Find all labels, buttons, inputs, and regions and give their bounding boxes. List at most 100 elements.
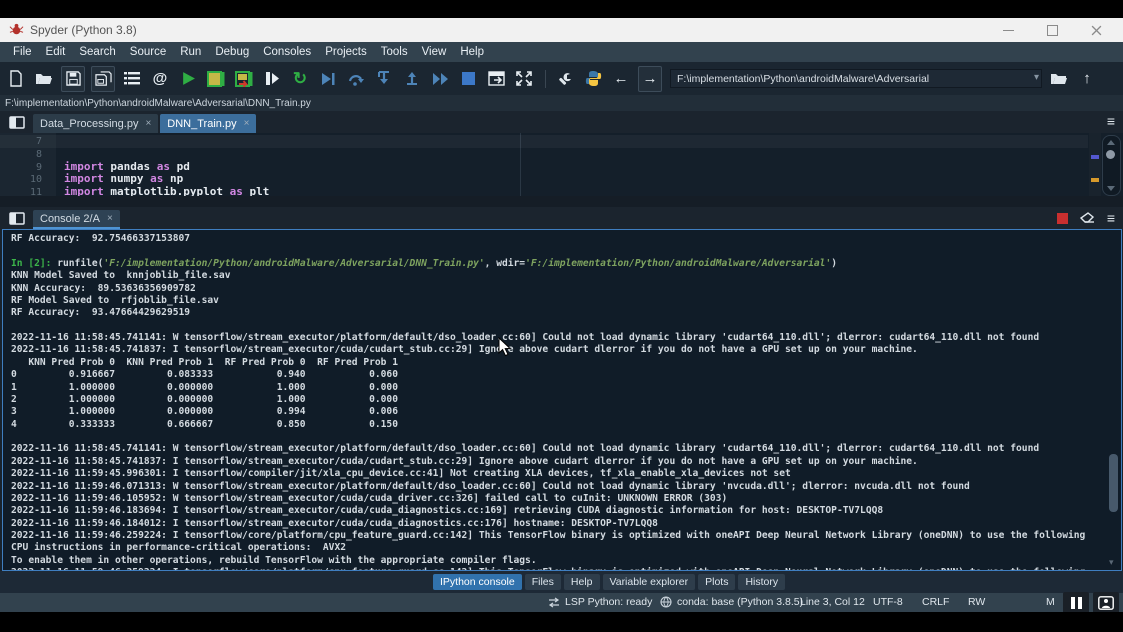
- encoding-status: UTF-8: [873, 596, 903, 608]
- menu-edit[interactable]: Edit: [39, 46, 73, 58]
- forward-icon[interactable]: →: [638, 66, 662, 92]
- step-over-icon[interactable]: [345, 67, 367, 91]
- menu-view[interactable]: View: [415, 46, 454, 58]
- video-frame: Spyder (Python 3.8) FileEditSearchSource…: [0, 0, 1123, 632]
- editor-flag-column: [1089, 133, 1101, 196]
- run-selection-icon[interactable]: [261, 67, 283, 91]
- run-file-icon[interactable]: [177, 67, 199, 91]
- menu-help[interactable]: Help: [453, 46, 491, 58]
- menu-file[interactable]: File: [6, 46, 39, 58]
- editor-scrollbar[interactable]: [1102, 135, 1121, 196]
- back-icon[interactable]: ←: [610, 67, 632, 91]
- pythonpath-manager-icon[interactable]: [582, 67, 604, 91]
- outline-explorer-icon[interactable]: [121, 67, 143, 91]
- menu-debug[interactable]: Debug: [208, 46, 256, 58]
- editor-scroll-thumb[interactable]: [1106, 150, 1115, 159]
- new-file-icon[interactable]: [5, 67, 27, 91]
- run-cell-advance-icon[interactable]: [233, 67, 255, 91]
- scroll-down-icon[interactable]: [1107, 186, 1115, 191]
- editor-options-menu-icon[interactable]: ≡: [1107, 114, 1115, 128]
- console-line: 2022-11-16 11:59:46.105952: W tensorflow…: [11, 493, 1085, 505]
- step-into-icon[interactable]: [373, 67, 395, 91]
- stop-icon[interactable]: [457, 67, 479, 91]
- dropdown-caret-icon[interactable]: ▾: [1034, 72, 1039, 83]
- code-editor[interactable]: 789import pandas as pd10import numpy as …: [0, 133, 1123, 196]
- lsp-status: LSP Python: ready: [548, 596, 652, 608]
- console-line: CPU instructions in performance-critical…: [11, 542, 1085, 554]
- editor-tab-dnn_train.py[interactable]: DNN_Train.py×: [160, 114, 256, 133]
- pane-tab-ipython-console[interactable]: IPython console: [433, 574, 522, 590]
- open-file-icon[interactable]: [33, 67, 55, 91]
- menu-search[interactable]: Search: [72, 46, 122, 58]
- console-line: 2022-11-16 11:59:46.071313: W tensorflow…: [11, 481, 1085, 493]
- save-icon[interactable]: [61, 66, 85, 92]
- ipython-console[interactable]: RF Accuracy: 92.75466337153807In [2]: ru…: [2, 229, 1122, 571]
- fullscreen-icon[interactable]: [513, 67, 535, 91]
- pane-tab-variable-explorer[interactable]: Variable explorer: [603, 574, 696, 590]
- readwrite-status: RW: [968, 596, 985, 608]
- close-icon[interactable]: ×: [244, 118, 250, 129]
- pane-tab-files[interactable]: Files: [525, 574, 561, 590]
- editor-line[interactable]: 11import matplotlib.pyplot as plt: [0, 186, 1088, 196]
- working-directory-input[interactable]: [670, 69, 1042, 88]
- editor-tab-data_processing.py[interactable]: Data_Processing.py×: [33, 114, 158, 133]
- console-line: 2022-11-16 11:59:45.996301: I tensorflow…: [11, 468, 1085, 480]
- editor-line[interactable]: 7: [0, 135, 1088, 148]
- code-analysis-flag-orange[interactable]: [1091, 178, 1099, 182]
- console-line: To enable them in other operations, rebu…: [11, 555, 1085, 567]
- close-icon[interactable]: ×: [145, 118, 151, 129]
- menu-projects[interactable]: Projects: [318, 46, 374, 58]
- close-button[interactable]: [1075, 18, 1117, 42]
- toolbar-separator: [545, 70, 546, 88]
- menu-run[interactable]: Run: [173, 46, 208, 58]
- scroll-up-icon[interactable]: [1107, 140, 1115, 145]
- preferences-wrench-icon[interactable]: [554, 67, 576, 91]
- minimize-button[interactable]: [987, 18, 1029, 42]
- console-line: 2022-11-16 11:59:46.184012: I tensorflow…: [11, 518, 1085, 530]
- scroll-down-icon[interactable]: ▾: [1109, 557, 1114, 568]
- console-line: 2022-11-16 11:58:45.741837: I tensorflow…: [11, 344, 1085, 356]
- console-scroll-thumb[interactable]: [1109, 454, 1118, 512]
- console-line: 4 0.333333 0.666667 0.850 0.150: [11, 419, 1085, 431]
- pane-tab-history[interactable]: History: [738, 574, 785, 590]
- menu-consoles[interactable]: Consoles: [256, 46, 318, 58]
- find-symbols-icon[interactable]: @: [149, 67, 171, 91]
- debug-file-icon[interactable]: [317, 67, 339, 91]
- menu-tools[interactable]: Tools: [374, 46, 415, 58]
- pane-splitter[interactable]: [0, 196, 1123, 207]
- console-line: RF Accuracy: 92.75466337153807: [11, 233, 1085, 245]
- pane-tab-plots[interactable]: Plots: [698, 574, 735, 590]
- eraser-icon[interactable]: [1080, 212, 1095, 224]
- editor-tab-bar: Data_Processing.py×DNN_Train.py× ≡: [0, 111, 1123, 133]
- console-line: 2022-11-16 11:58:45.741837: I tensorflow…: [11, 456, 1085, 468]
- run-cell-icon[interactable]: [205, 67, 227, 91]
- conda-env-status[interactable]: conda: base (Python 3.8.5): [660, 596, 803, 608]
- console-options-menu-icon[interactable]: ≡: [1107, 211, 1115, 225]
- code-analysis-flag-purple[interactable]: [1091, 155, 1099, 159]
- recorder-webcam-icon[interactable]: [1093, 592, 1119, 614]
- recorder-pause-icon[interactable]: [1063, 592, 1089, 614]
- breadcrumb: F:\implementation\Python\androidMalware\…: [5, 98, 311, 109]
- browse-tabs-icon[interactable]: [4, 113, 30, 131]
- browse-consoles-icon[interactable]: [4, 209, 30, 227]
- console-line: 0 0.916667 0.083333 0.940 0.060: [11, 369, 1085, 381]
- console-tab[interactable]: Console 2/A ×: [33, 210, 120, 229]
- maximize-button[interactable]: [1031, 18, 1073, 42]
- title-bar: Spyder (Python 3.8): [0, 18, 1123, 42]
- editor-lines: 789import pandas as pd10import numpy as …: [0, 135, 1088, 196]
- maximize-pane-icon[interactable]: [485, 67, 507, 91]
- step-out-icon[interactable]: [401, 67, 423, 91]
- save-all-icon[interactable]: [91, 66, 115, 92]
- console-line: 2022-11-16 11:58:45.741141: W tensorflow…: [11, 443, 1085, 455]
- close-icon[interactable]: ×: [107, 213, 113, 224]
- rerun-icon[interactable]: ↻: [289, 67, 311, 91]
- pane-tab-help[interactable]: Help: [564, 574, 600, 590]
- console-scrollbar[interactable]: ▾: [1108, 232, 1119, 568]
- continue-icon[interactable]: [429, 67, 451, 91]
- menu-source[interactable]: Source: [123, 46, 173, 58]
- interrupt-kernel-icon[interactable]: [1057, 213, 1068, 224]
- parent-directory-icon[interactable]: ↑: [1076, 67, 1098, 91]
- browse-directory-icon[interactable]: [1048, 67, 1070, 91]
- cursor-position: Line 3, Col 12: [800, 596, 865, 608]
- console-line: RF Accuracy: 93.47664429629519: [11, 307, 1085, 319]
